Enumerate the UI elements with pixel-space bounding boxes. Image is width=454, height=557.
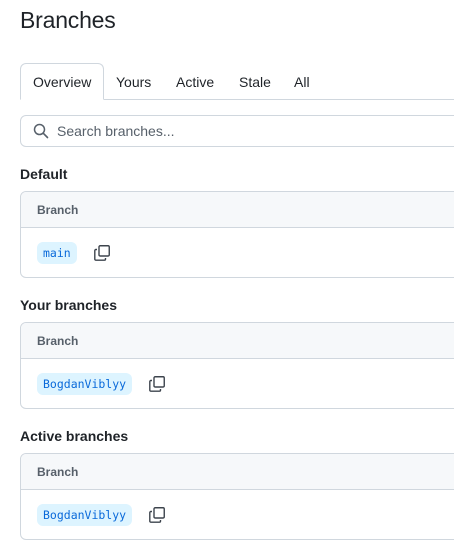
copy-icon [93, 244, 110, 261]
branch-name-link[interactable]: main [37, 241, 77, 264]
branches-page: Branches Overview Yours Active Stale All… [0, 0, 454, 557]
tab-all[interactable]: All [294, 63, 310, 99]
tab-active[interactable]: Active [176, 63, 214, 99]
table-row: main [21, 228, 454, 277]
search-input[interactable] [57, 123, 437, 139]
page-title: Branches [20, 7, 116, 33]
section-title-your-branches: Your branches [20, 297, 117, 313]
copy-button[interactable] [148, 375, 166, 393]
table-row: BogdanViblyy [21, 490, 454, 539]
active-branches-table: Branch BogdanViblyy [20, 453, 454, 540]
tab-yours[interactable]: Yours [116, 63, 151, 99]
section-title-active-branches: Active branches [20, 428, 129, 444]
copy-icon [149, 506, 166, 523]
your-branches-table: Branch BogdanViblyy [20, 322, 454, 409]
search-icon [33, 123, 49, 139]
table-row: BogdanViblyy [21, 359, 454, 408]
copy-button[interactable] [93, 244, 111, 262]
branch-tabs: Overview Yours Active Stale All [20, 63, 454, 100]
copy-button[interactable] [148, 506, 166, 524]
search-box [20, 115, 454, 147]
tab-overview[interactable]: Overview [20, 63, 105, 100]
tab-stale[interactable]: Stale [239, 63, 271, 99]
default-branch-table: Branch main [20, 191, 454, 278]
section-title-default: Default [20, 166, 68, 182]
copy-icon [149, 375, 166, 392]
branch-name-link[interactable]: BogdanViblyy [37, 503, 133, 526]
column-header-branch: Branch [21, 454, 454, 490]
column-header-branch: Branch [21, 192, 454, 228]
column-header-branch: Branch [21, 323, 454, 359]
branch-name-link[interactable]: BogdanViblyy [37, 372, 133, 395]
